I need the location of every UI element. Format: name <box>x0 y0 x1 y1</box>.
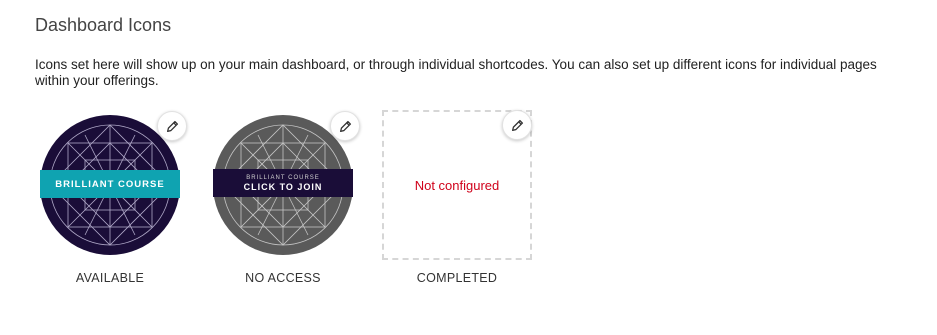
section-title: Dashboard Icons <box>35 15 172 35</box>
placeholder-text: Not configured <box>414 177 500 193</box>
edit-button-completed[interactable] <box>502 110 532 140</box>
badge-banner-text: BRILLIANT COURSE <box>55 178 165 190</box>
edit-button-available[interactable] <box>157 111 187 141</box>
badge-banner-subtext: BRILLIANT COURSE <box>246 174 320 181</box>
section-description: Icons set here will show up on your main… <box>35 57 877 88</box>
badge-banner: BRILLIANT COURSE CLICK TO JOIN <box>213 169 353 197</box>
icon-card-no-access[interactable]: BRILLIANT COURSE CLICK TO JOIN <box>208 110 360 260</box>
icon-card-completed[interactable]: Not configured <box>382 110 532 260</box>
edit-button-no-access[interactable] <box>330 111 360 141</box>
icon-label-available: AVAILABLE <box>75 271 145 285</box>
pencil-icon <box>511 119 523 131</box>
badge-banner: BRILLIANT COURSE <box>40 170 180 198</box>
icon-label-completed: COMPLETED <box>416 271 498 285</box>
pencil-icon <box>339 120 351 132</box>
badge-banner-text: CLICK TO JOIN <box>243 181 323 192</box>
pencil-icon <box>166 120 178 132</box>
icon-card-available[interactable]: BRILLIANT COURSE <box>35 110 187 260</box>
icon-label-no-access: NO ACCESS <box>245 271 321 285</box>
